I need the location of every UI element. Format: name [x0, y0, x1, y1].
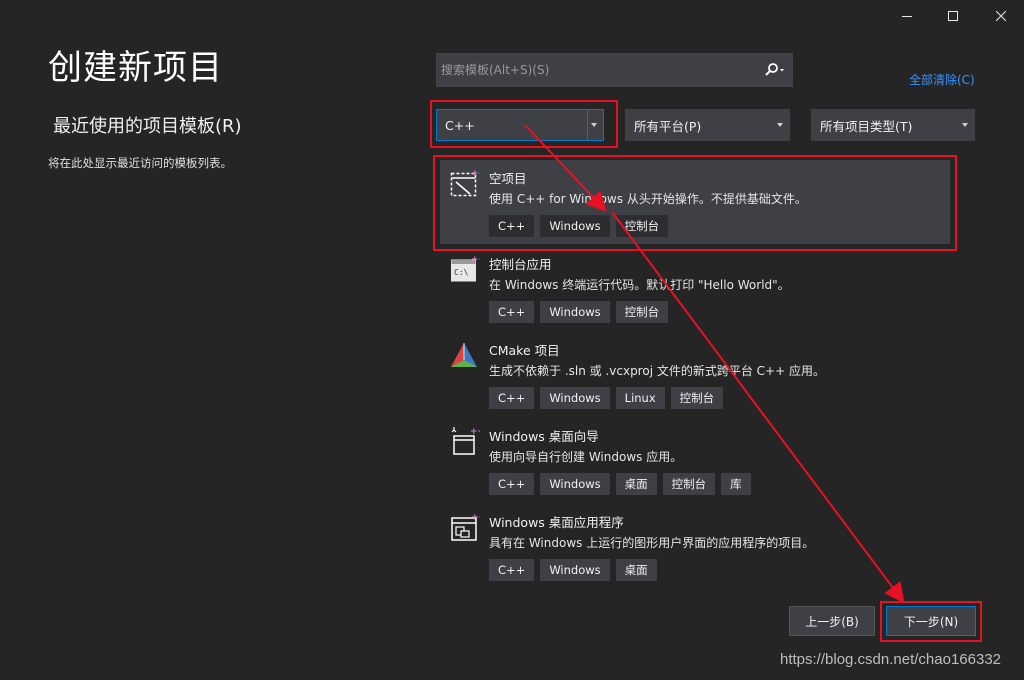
language-filter-value: C++	[445, 117, 475, 133]
template-item-desktop-wizard[interactable]: ++ Windows 桌面向导 使用向导自行创建 Windows 应用。 C++…	[440, 418, 950, 502]
template-name: 控制台应用	[489, 257, 552, 272]
tag: C++	[489, 301, 535, 323]
recent-templates-heading: 最近使用的项目模板(R)	[53, 116, 242, 137]
tag: Linux	[615, 387, 665, 409]
tag: C++	[489, 473, 535, 495]
template-tags: C++ Windows 桌面 控制台 库	[489, 473, 751, 495]
tag: C++	[489, 387, 535, 409]
template-description: 生成不依赖于 .sln 或 .vcxproj 文件的新式跨平台 C++ 应用。	[489, 364, 825, 378]
tag: 桌面	[615, 473, 657, 495]
search-box	[436, 53, 793, 87]
search-icon[interactable]	[758, 54, 792, 86]
template-item-cmake-project[interactable]: CMake 项目 生成不依赖于 .sln 或 .vcxproj 文件的新式跨平台…	[440, 332, 950, 416]
tag: Windows	[540, 559, 610, 581]
template-tags: C++ Windows 控制台	[489, 301, 669, 323]
template-tags: C++ Windows Linux 控制台	[489, 387, 724, 409]
tag: C++	[489, 559, 535, 581]
project-type-filter-value: 所有项目类型(T)	[820, 118, 913, 134]
watermark: https://blog.csdn.net/chao166332	[780, 651, 1002, 668]
template-name: Windows 桌面向导	[489, 429, 599, 444]
svg-text:++: ++	[471, 513, 480, 523]
chevron-down-icon	[591, 123, 597, 127]
project-type-filter-dropdown[interactable]: 所有项目类型(T)	[811, 109, 975, 141]
close-icon[interactable]	[978, 0, 1024, 32]
desktop-wizard-icon: ++	[451, 427, 480, 455]
console-app-icon: C:\ ++	[451, 255, 480, 282]
template-name: 空项目	[489, 171, 527, 186]
template-name: Windows 桌面应用程序	[489, 515, 624, 530]
tag: Windows	[540, 387, 610, 409]
tag: 控制台	[662, 473, 716, 495]
platform-filter-value: 所有平台(P)	[634, 118, 702, 134]
template-description: 使用向导自行创建 Windows 应用。	[489, 450, 683, 464]
chevron-down-icon	[962, 123, 968, 127]
tag: Windows	[540, 473, 610, 495]
tag: C++	[489, 215, 535, 237]
tag: 库	[721, 473, 751, 495]
recent-templates-description: 将在此处显示最近访问的模板列表。	[48, 156, 232, 170]
template-item-desktop-app[interactable]: ++ Windows 桌面应用程序 具有在 Windows 上运行的图形用户界面…	[440, 504, 950, 588]
tag: 控制台	[615, 301, 669, 323]
language-filter-dropdown[interactable]: C++	[436, 109, 604, 141]
template-tags: C++ Windows 控制台	[489, 215, 669, 237]
platform-filter-dropdown[interactable]: 所有平台(P)	[625, 109, 790, 141]
template-description: 使用 C++ for Windows 从头开始操作。不提供基础文件。	[489, 192, 807, 206]
next-button[interactable]: 下一步(N)	[886, 606, 976, 636]
svg-text:++: ++	[470, 427, 480, 437]
template-item-empty-project[interactable]: ++ 空项目 使用 C++ for Windows 从头开始操作。不提供基础文件…	[440, 160, 950, 244]
search-input[interactable]	[437, 54, 758, 86]
svg-text:++: ++	[471, 255, 480, 265]
template-description: 具有在 Windows 上运行的图形用户界面的应用程序的项目。	[489, 536, 815, 550]
page-title: 创建新项目	[48, 48, 223, 88]
tag: 控制台	[615, 215, 669, 237]
chevron-down-icon	[777, 123, 783, 127]
template-item-console-app[interactable]: C:\ ++ 控制台应用 在 Windows 终端运行代码。默认打印 "Hell…	[440, 246, 950, 330]
clear-all-link[interactable]: 全部清除(C)	[909, 71, 975, 88]
maximize-icon[interactable]	[930, 0, 976, 32]
tag: 控制台	[670, 387, 724, 409]
template-tags: C++ Windows 桌面	[489, 559, 657, 581]
back-button[interactable]: 上一步(B)	[789, 606, 875, 636]
template-description: 在 Windows 终端运行代码。默认打印 "Hello World"。	[489, 278, 790, 292]
cmake-icon	[451, 343, 477, 367]
tag: Windows	[540, 215, 610, 237]
template-name: CMake 项目	[489, 343, 560, 358]
svg-text:++: ++	[471, 169, 480, 179]
tag: 桌面	[615, 559, 657, 581]
tag: Windows	[540, 301, 610, 323]
minimize-icon[interactable]	[884, 0, 930, 32]
svg-text:C:\: C:\	[454, 268, 469, 277]
desktop-app-icon: ++	[451, 513, 480, 541]
empty-project-icon: ++	[450, 169, 480, 197]
